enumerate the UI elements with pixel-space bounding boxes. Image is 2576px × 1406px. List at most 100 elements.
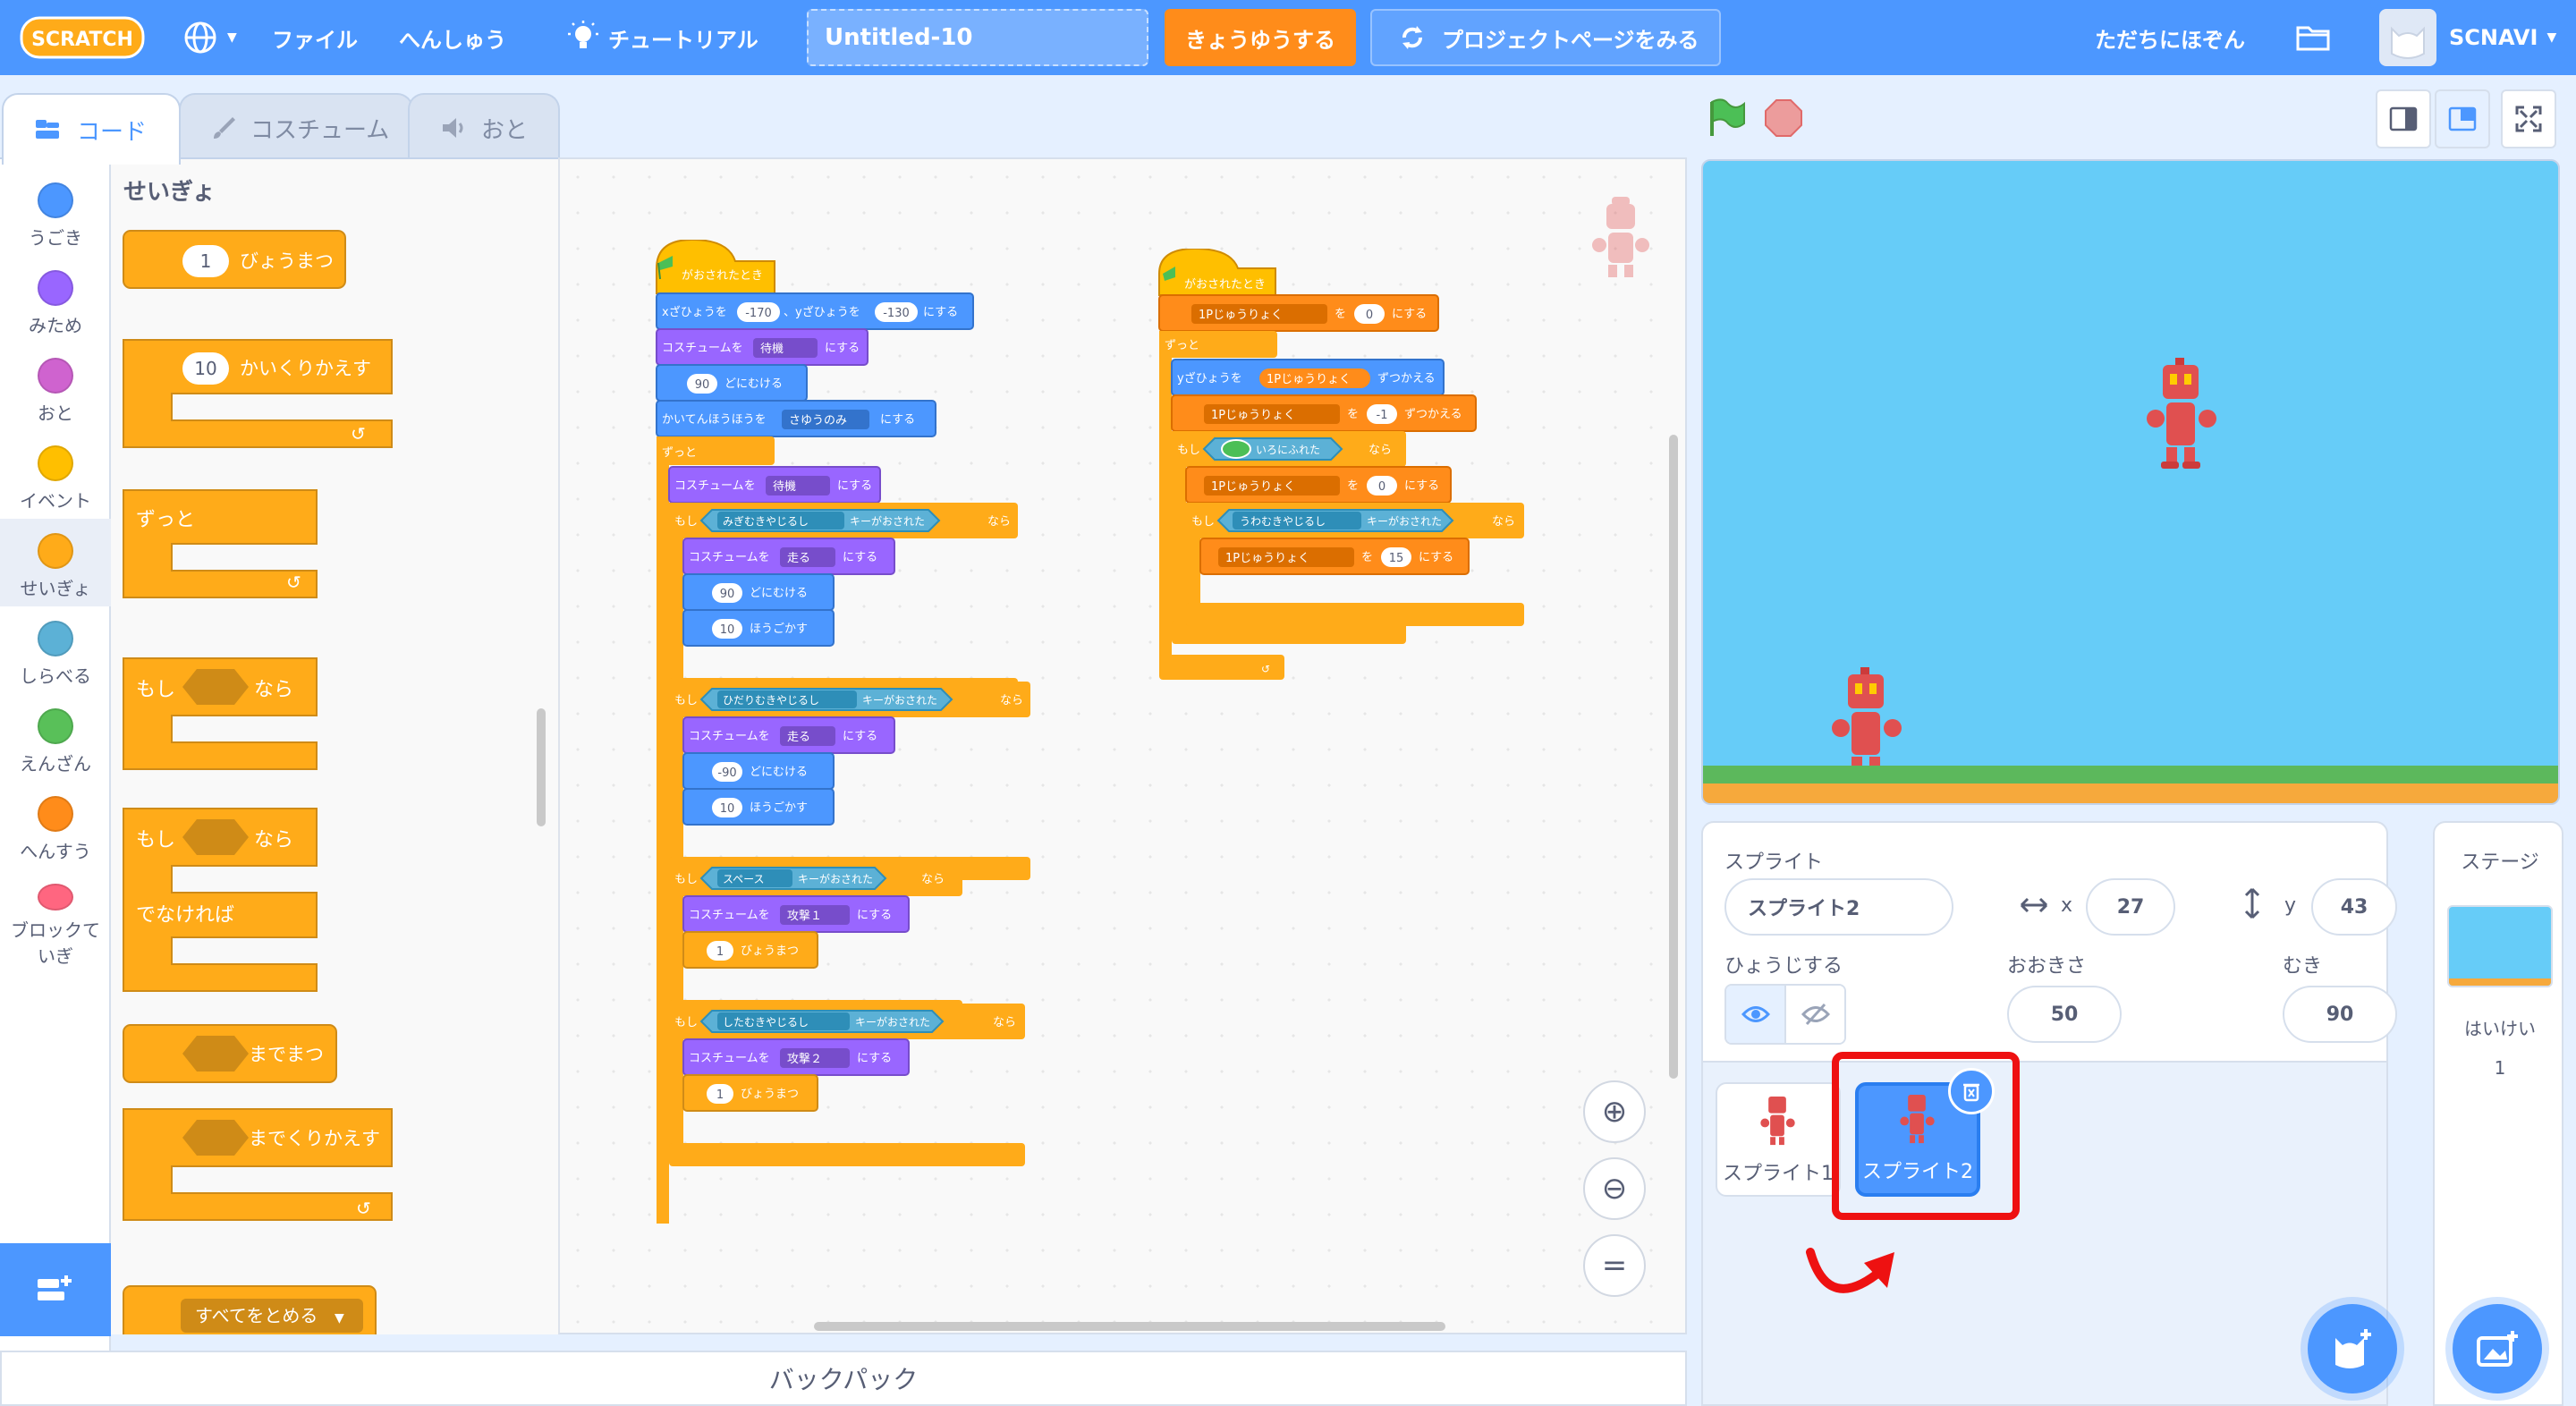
svg-text:びょうまつ: びょうまつ (741, 944, 799, 958)
svg-text:もし: もし (1191, 515, 1215, 529)
backdrop-thumbnail-ground (2449, 978, 2551, 986)
category-motion[interactable]: うごき (0, 168, 111, 256)
category-looks[interactable]: みため (0, 256, 111, 343)
size-input[interactable] (2007, 986, 2122, 1043)
scratch-logo[interactable]: SCRATCH (20, 13, 145, 63)
language-menu[interactable]: ▼ (182, 0, 237, 75)
edit-menu[interactable]: へんしゅう (399, 0, 506, 75)
small-stage-icon (2389, 106, 2418, 131)
script-1[interactable]: がおされたとき xざひょうを -170 、yざひょうを -130 にする コスチ… (649, 240, 1061, 1224)
stop-all-block[interactable]: すべてをとめる ▼ (123, 1285, 377, 1334)
project-title-input[interactable] (807, 9, 1148, 66)
svg-text:にする: にする (857, 909, 892, 922)
category-label: みため (29, 315, 82, 336)
svg-text:にする: にする (843, 551, 877, 564)
backdrop-thumbnail[interactable] (2447, 905, 2553, 987)
svg-text:、yざひょうを: 、yざひょうを (784, 305, 860, 319)
svg-text:にする: にする (825, 342, 860, 355)
code-icon (36, 120, 59, 139)
svg-text:コスチュームを: コスチュームを (689, 551, 770, 564)
small-stage-button[interactable] (2376, 89, 2431, 148)
my-stuff-button[interactable] (2295, 0, 2331, 75)
svg-text:どにむける: どにむける (750, 587, 808, 600)
backpack[interactable]: バックパック (0, 1351, 1687, 1406)
category-events[interactable]: イベント (0, 431, 111, 519)
repeat-block[interactable]: 10 かいくりかえす ↺ (123, 339, 393, 448)
svg-text:までくりかえす: までくりかえす (249, 1128, 380, 1149)
show-sprite-button[interactable] (1726, 986, 1786, 1043)
svg-text:10: 10 (720, 802, 735, 816)
tab-costumes[interactable]: コスチューム (179, 93, 413, 161)
fullscreen-button[interactable] (2501, 89, 2556, 148)
share-button[interactable]: きょうゆうする (1165, 9, 1356, 66)
if-then-block[interactable]: もし なら (123, 657, 318, 770)
if-else-block[interactable]: もし なら でなければ (123, 808, 318, 992)
forever-block[interactable]: ずっと ↺ (123, 489, 318, 598)
edit-menu-label: へんしゅう (399, 27, 506, 53)
stop-button[interactable] (1764, 98, 1803, 138)
svg-text:にする: にする (1404, 479, 1439, 493)
zoom-in-icon: ⊕ (1601, 1094, 1628, 1130)
chevron-down-icon: ▼ (227, 30, 237, 45)
add-sprite-button[interactable] (2308, 1304, 2397, 1393)
stage-canvas[interactable] (1701, 159, 2560, 805)
avatar[interactable] (2379, 9, 2436, 66)
svg-text:かいてんほうほうを: かいてんほうほうを (662, 413, 767, 427)
file-menu[interactable]: ファイル (272, 0, 358, 75)
stage-ground-grass (1703, 766, 2558, 783)
normal-stage-button[interactable] (2435, 89, 2490, 148)
chevron-down-icon: ▼ (2546, 30, 2557, 45)
zoom-out-button[interactable]: ⊖ (1583, 1157, 1646, 1220)
svg-text:ずっと: ずっと (662, 446, 697, 460)
svg-text:なら: なら (1492, 515, 1515, 529)
sprite-tile-1[interactable]: スプライト1 (1716, 1082, 1841, 1197)
save-now-button[interactable]: ただちにほぞん (2095, 0, 2245, 75)
tutorial-menu[interactable]: チュートリアル (567, 0, 758, 75)
direction-input[interactable] (2283, 986, 2397, 1043)
svg-text:なら: なら (1000, 694, 1023, 707)
account-menu[interactable]: SCNAVI ▼ (2449, 0, 2556, 75)
robot-sprite-icon (1760, 1096, 1795, 1146)
category-control[interactable]: せいぎょ (0, 519, 111, 606)
category-sensing[interactable]: しらべる (0, 606, 111, 694)
script-horizontal-scrollbar[interactable] (814, 1322, 1445, 1331)
x-position-input[interactable] (2086, 878, 2175, 936)
wait-block[interactable]: 1 びょうまつ (123, 230, 346, 289)
x-arrows-icon (2020, 897, 2048, 913)
hide-sprite-button[interactable] (1786, 986, 1844, 1043)
script-2[interactable]: がおされたとき 1Pじゅうりょく を 0 にする ずっと ↺ yざひょうを 1P… (1156, 249, 1567, 714)
sprite2-on-stage[interactable] (2140, 358, 2225, 474)
my-blocks-dot-icon (38, 884, 73, 911)
brush-icon (214, 117, 235, 139)
svg-text:ずっと: ずっと (136, 509, 195, 531)
svg-text:を: を (1335, 308, 1346, 321)
repeat-until-block[interactable]: までくりかえす ↺ (123, 1108, 393, 1221)
y-arrows-icon (2244, 887, 2260, 919)
category-sound[interactable]: おと (0, 343, 111, 431)
svg-text:にする: にする (923, 306, 958, 319)
svg-text:1Pじゅうりょく: 1Pじゅうりょく (1267, 373, 1351, 386)
category-my-blocks[interactable]: ブロックて いぎ (0, 869, 111, 968)
svg-text:コスチュームを: コスチュームを (689, 1052, 770, 1065)
category-operators[interactable]: えんざん (0, 694, 111, 782)
see-project-page-button[interactable]: プロジェクトページをみる (1370, 9, 1721, 66)
tab-code[interactable]: コード (2, 93, 181, 165)
add-extension-button[interactable] (0, 1243, 111, 1336)
svg-text:1: 1 (716, 1088, 724, 1102)
script-area[interactable]: がおされたとき xざひょうを -170 、yざひょうを -130 にする コスチ… (558, 157, 1687, 1334)
palette-scrollbar[interactable] (537, 708, 546, 826)
category-variables[interactable]: へんすう (0, 782, 111, 869)
tab-sounds[interactable]: おと (408, 93, 560, 161)
y-position-input[interactable] (2311, 878, 2397, 936)
svg-text:びょうまつ: びょうまつ (240, 250, 334, 272)
svg-text:↺: ↺ (286, 572, 301, 593)
wait-until-block[interactable]: までまつ (123, 1024, 337, 1083)
sprite-name-input[interactable] (1724, 878, 1953, 936)
svg-text:攻撃１: 攻撃１ (787, 909, 822, 923)
script-vertical-scrollbar[interactable] (1669, 435, 1678, 1079)
add-backdrop-button[interactable] (2453, 1304, 2542, 1393)
zoom-in-button[interactable]: ⊕ (1583, 1080, 1646, 1143)
zoom-reset-button[interactable]: = (1583, 1234, 1646, 1297)
sprite-label: スプライト (1724, 851, 1824, 874)
green-flag-button[interactable] (1707, 98, 1746, 138)
